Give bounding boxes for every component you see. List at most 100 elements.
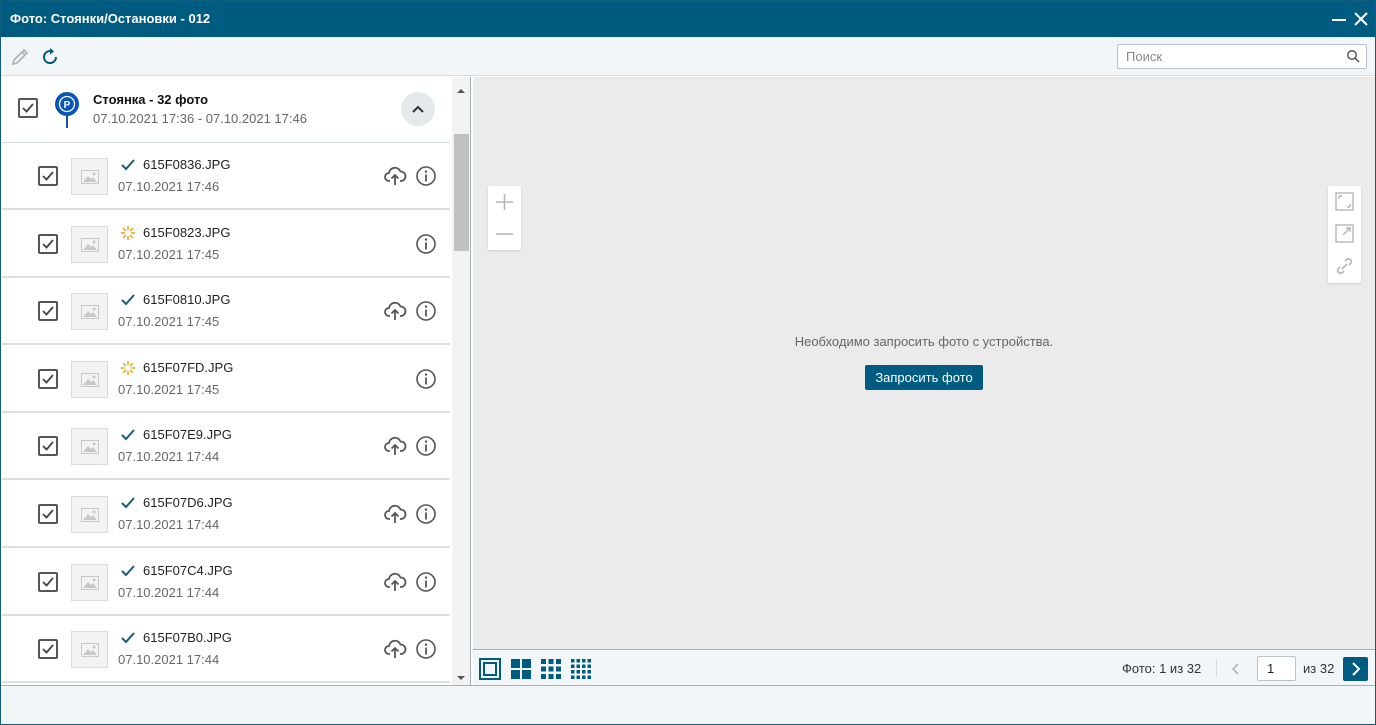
photo-filename: 615F07C4.JPG xyxy=(143,563,233,578)
search-icon[interactable] xyxy=(1346,49,1360,63)
refresh-icon[interactable] xyxy=(39,46,61,68)
photo-list-panel: P Стоянка - 32 фото 07.10.2021 17:36 - 0… xyxy=(2,77,471,685)
status-bar xyxy=(1,685,1375,724)
request-message: Необходимо запросить фото с устройства. xyxy=(794,334,1054,349)
scroll-thumb[interactable] xyxy=(454,134,469,251)
info-icon[interactable] xyxy=(415,368,437,390)
prev-page-chevron-icon[interactable] xyxy=(1225,658,1247,680)
photo-date: 07.10.2021 17:44 xyxy=(118,517,220,532)
title-bar: Фото: Стоянки/Остановки - 012 xyxy=(1,1,1375,37)
photo-date: 07.10.2021 17:44 xyxy=(118,652,220,667)
link-icon[interactable] xyxy=(1328,250,1361,282)
photo-checkbox[interactable] xyxy=(38,436,58,456)
photo-checkbox[interactable] xyxy=(38,234,58,254)
parking-pin-icon: P xyxy=(54,91,80,129)
photo-list-item[interactable]: 615F07C4.JPG 07.10.2021 17:44 xyxy=(2,549,450,616)
photo-checkbox[interactable] xyxy=(38,369,58,389)
checkmark-icon xyxy=(120,157,136,173)
photo-viewer: Необходимо запросить фото с устройства. … xyxy=(473,77,1375,649)
zoom-in-icon[interactable] xyxy=(488,186,521,218)
page-total: из 32 xyxy=(1303,661,1335,676)
photo-date: 07.10.2021 17:45 xyxy=(118,314,220,329)
info-icon[interactable] xyxy=(415,638,437,660)
photo-thumbnail[interactable] xyxy=(71,564,108,601)
photo-window: Фото: Стоянки/Остановки - 012 P xyxy=(0,0,1376,725)
info-icon[interactable] xyxy=(415,233,437,255)
fullscreen-icon[interactable] xyxy=(1328,186,1361,218)
next-page-chevron-icon[interactable] xyxy=(1343,657,1368,681)
photo-checkbox[interactable] xyxy=(38,166,58,186)
scroll-up-arrow-icon[interactable] xyxy=(456,83,466,93)
photo-counter: Фото: 1 из 32 xyxy=(1122,661,1202,676)
scrollbar[interactable] xyxy=(452,77,470,685)
page-number-input[interactable] xyxy=(1257,656,1296,681)
close-icon[interactable] xyxy=(1352,10,1370,28)
photo-filename: 615F07D6.JPG xyxy=(143,495,233,510)
photo-list-item[interactable]: 615F0836.JPG 07.10.2021 17:46 xyxy=(2,143,450,210)
photo-thumbnail[interactable] xyxy=(71,158,108,195)
photo-list-item[interactable]: 615F07FD.JPG 07.10.2021 17:45 xyxy=(2,346,450,413)
zoom-out-icon[interactable] xyxy=(488,218,521,250)
divider xyxy=(1216,659,1217,677)
collapse-button[interactable] xyxy=(401,92,435,126)
photo-thumbnail[interactable] xyxy=(71,293,108,330)
photo-list-item[interactable]: 615F07B0.JPG 07.10.2021 17:44 xyxy=(2,616,450,683)
photo-list-item[interactable]: 615F0823.JPG 07.10.2021 17:45 xyxy=(2,211,450,278)
cloud-upload-icon[interactable] xyxy=(383,164,407,188)
photo-list-item[interactable]: 615F07D6.JPG 07.10.2021 17:44 xyxy=(2,481,450,548)
scroll-down-arrow-icon[interactable] xyxy=(456,670,466,680)
layout-3x3-icon[interactable] xyxy=(540,658,562,680)
photo-thumbnail[interactable] xyxy=(71,226,108,263)
viewer-bottom-bar: Фото: 1 из 32 из 32 xyxy=(473,649,1375,685)
photo-date: 07.10.2021 17:44 xyxy=(118,449,220,464)
checkmark-icon xyxy=(120,563,136,579)
photo-date: 07.10.2021 17:46 xyxy=(118,179,220,194)
photo-thumbnail[interactable] xyxy=(71,361,108,398)
group-dates: 07.10.2021 17:36 - 07.10.2021 17:46 xyxy=(93,111,307,126)
group-title: Стоянка - 32 фото xyxy=(93,92,209,107)
photo-checkbox[interactable] xyxy=(38,301,58,321)
photo-thumbnail[interactable] xyxy=(71,496,108,533)
photo-thumbnail[interactable] xyxy=(71,631,108,668)
cloud-upload-icon[interactable] xyxy=(383,502,407,526)
checkmark-icon xyxy=(120,495,136,511)
checkmark-icon xyxy=(120,292,136,308)
checkmark-icon xyxy=(120,427,136,443)
toolbar xyxy=(1,37,1375,76)
expand-icon[interactable] xyxy=(1328,218,1361,250)
search-input[interactable] xyxy=(1118,45,1340,68)
photo-date: 07.10.2021 17:45 xyxy=(118,247,220,262)
photo-thumbnail[interactable] xyxy=(71,428,108,465)
info-icon[interactable] xyxy=(415,435,437,457)
photo-checkbox[interactable] xyxy=(38,572,58,592)
photo-filename: 615F0836.JPG xyxy=(143,157,231,172)
cloud-upload-icon[interactable] xyxy=(383,299,407,323)
photo-checkbox[interactable] xyxy=(38,504,58,524)
photo-list-item[interactable]: 615F0810.JPG 07.10.2021 17:45 xyxy=(2,278,450,345)
info-icon[interactable] xyxy=(415,300,437,322)
info-icon[interactable] xyxy=(415,165,437,187)
minimize-icon[interactable] xyxy=(1330,10,1348,28)
svg-text:P: P xyxy=(64,100,71,111)
photo-checkbox[interactable] xyxy=(38,639,58,659)
photo-list-item[interactable]: 615F07E9.JPG 07.10.2021 17:44 xyxy=(2,413,450,480)
cloud-upload-icon[interactable] xyxy=(383,637,407,661)
photo-filename: 615F07FD.JPG xyxy=(143,360,234,375)
cloud-upload-icon[interactable] xyxy=(383,570,407,594)
info-icon[interactable] xyxy=(415,571,437,593)
layout-2x2-icon[interactable] xyxy=(510,658,532,680)
checkmark-icon xyxy=(120,630,136,646)
photo-filename: 615F0823.JPG xyxy=(143,225,231,240)
request-photo-button[interactable]: Запросить фото xyxy=(865,365,983,390)
search-box xyxy=(1117,44,1367,69)
loading-spinner-icon xyxy=(120,225,136,241)
loading-spinner-icon xyxy=(120,360,136,376)
cloud-upload-icon[interactable] xyxy=(383,434,407,458)
layout-4x4-icon[interactable] xyxy=(570,658,592,680)
photo-date: 07.10.2021 17:44 xyxy=(118,585,220,600)
info-icon[interactable] xyxy=(415,503,437,525)
group-checkbox[interactable] xyxy=(18,98,38,118)
layout-single-icon[interactable] xyxy=(479,658,501,680)
photo-filename: 615F07E9.JPG xyxy=(143,427,232,442)
edit-pencil-icon[interactable] xyxy=(9,46,31,68)
